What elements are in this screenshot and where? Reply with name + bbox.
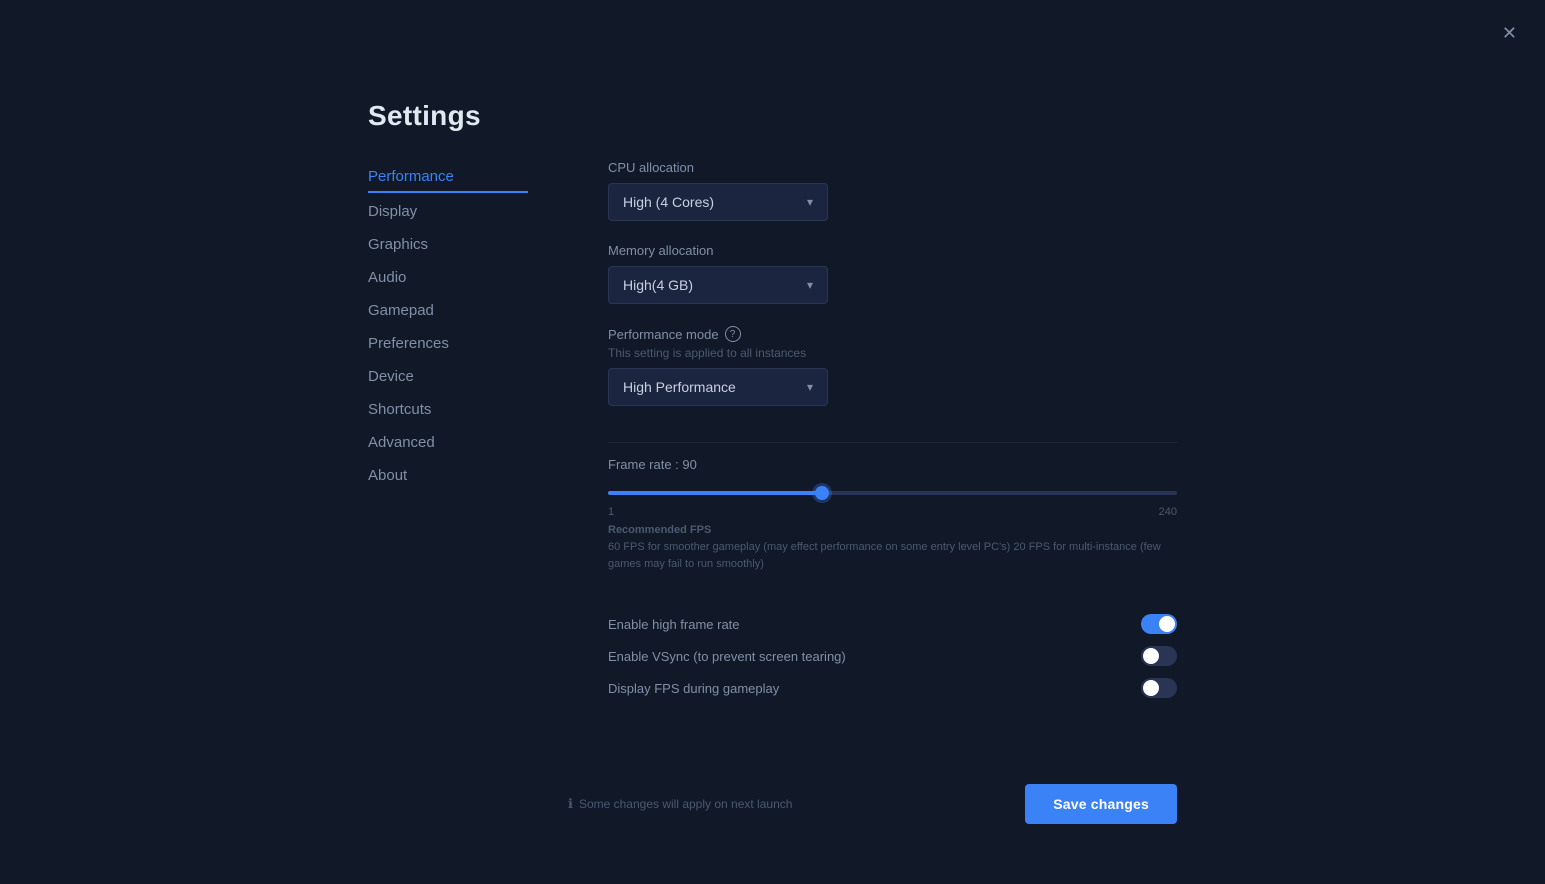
sidebar-item-about[interactable]: About bbox=[368, 459, 528, 492]
footer-note: ℹ Some changes will apply on next launch bbox=[568, 796, 792, 812]
slider-max: 240 bbox=[1159, 506, 1177, 518]
sidebar-item-gamepad[interactable]: Gamepad bbox=[368, 294, 528, 327]
cpu-allocation-value: High (4 Cores) bbox=[623, 194, 714, 210]
toggle-row-vsync: Enable VSync (to prevent screen tearing) bbox=[608, 640, 1177, 672]
settings-window: ✕ Settings PerformanceDisplayGraphicsAud… bbox=[0, 0, 1545, 884]
performance-mode-value: High Performance bbox=[623, 379, 736, 395]
sidebar-item-audio[interactable]: Audio bbox=[368, 261, 528, 294]
divider bbox=[608, 442, 1177, 443]
page-title: Settings bbox=[368, 100, 481, 132]
performance-mode-label: Performance mode ? bbox=[608, 326, 1177, 342]
performance-mode-dropdown[interactable]: High Performance ▾ bbox=[608, 368, 828, 406]
main-content: CPU allocation High (4 Cores) ▾ Memory a… bbox=[608, 160, 1177, 704]
toggle-knob-vsync bbox=[1143, 648, 1159, 664]
frame-rate-slider-container bbox=[608, 482, 1177, 500]
toggle-row-display-fps: Display FPS during gameplay bbox=[608, 672, 1177, 704]
sidebar-item-device[interactable]: Device bbox=[368, 360, 528, 393]
info-icon: ℹ bbox=[568, 796, 573, 812]
sidebar-item-advanced[interactable]: Advanced bbox=[368, 426, 528, 459]
toggle-knob-high-frame-rate bbox=[1159, 616, 1175, 632]
memory-allocation-value: High(4 GB) bbox=[623, 277, 693, 293]
sidebar: PerformanceDisplayGraphicsAudioGamepadPr… bbox=[368, 160, 528, 704]
memory-allocation-label: Memory allocation bbox=[608, 243, 1177, 258]
toggle-switch-high-frame-rate[interactable] bbox=[1141, 614, 1177, 634]
cpu-allocation-dropdown[interactable]: High (4 Cores) ▾ bbox=[608, 183, 828, 221]
memory-allocation-section: Memory allocation High(4 GB) ▾ bbox=[608, 243, 1177, 304]
toggles-container: Enable high frame rate Enable VSync (to p… bbox=[608, 608, 1177, 704]
performance-mode-chevron-icon: ▾ bbox=[807, 380, 813, 394]
frame-rate-section: Frame rate : 90 1 240 Recommended FPS 60… bbox=[608, 457, 1177, 586]
cpu-allocation-label: CPU allocation bbox=[608, 160, 1177, 175]
sidebar-item-preferences[interactable]: Preferences bbox=[368, 327, 528, 360]
recommended-fps-description: 60 FPS for smoother gameplay (may effect… bbox=[608, 539, 1177, 572]
toggle-label-high-frame-rate: Enable high frame rate bbox=[608, 617, 740, 632]
toggle-switch-display-fps[interactable] bbox=[1141, 678, 1177, 698]
cpu-allocation-section: CPU allocation High (4 Cores) ▾ bbox=[608, 160, 1177, 221]
toggle-label-vsync: Enable VSync (to prevent screen tearing) bbox=[608, 649, 846, 664]
toggle-switch-vsync[interactable] bbox=[1141, 646, 1177, 666]
frame-rate-label: Frame rate : 90 bbox=[608, 457, 1177, 472]
performance-mode-section: Performance mode ? This setting is appli… bbox=[608, 326, 1177, 406]
sidebar-item-performance[interactable]: Performance bbox=[368, 160, 528, 193]
toggle-label-display-fps: Display FPS during gameplay bbox=[608, 681, 779, 696]
memory-allocation-chevron-icon: ▾ bbox=[807, 278, 813, 292]
sidebar-item-display[interactable]: Display bbox=[368, 195, 528, 228]
footer: ℹ Some changes will apply on next launch… bbox=[568, 784, 1177, 824]
slider-min: 1 bbox=[608, 506, 614, 518]
toggle-row-high-frame-rate: Enable high frame rate bbox=[608, 608, 1177, 640]
performance-mode-hint: This setting is applied to all instances bbox=[608, 346, 1177, 360]
save-changes-button[interactable]: Save changes bbox=[1025, 784, 1177, 824]
close-button[interactable]: ✕ bbox=[1502, 24, 1517, 42]
frame-rate-slider[interactable] bbox=[608, 491, 1177, 495]
cpu-allocation-chevron-icon: ▾ bbox=[807, 195, 813, 209]
recommended-fps-title: Recommended FPS bbox=[608, 524, 1177, 536]
toggle-knob-display-fps bbox=[1143, 680, 1159, 696]
slider-range: 1 240 bbox=[608, 506, 1177, 518]
sidebar-item-graphics[interactable]: Graphics bbox=[368, 228, 528, 261]
settings-layout: PerformanceDisplayGraphicsAudioGamepadPr… bbox=[368, 160, 1177, 704]
memory-allocation-dropdown[interactable]: High(4 GB) ▾ bbox=[608, 266, 828, 304]
sidebar-item-shortcuts[interactable]: Shortcuts bbox=[368, 393, 528, 426]
performance-mode-help-icon[interactable]: ? bbox=[725, 326, 741, 342]
